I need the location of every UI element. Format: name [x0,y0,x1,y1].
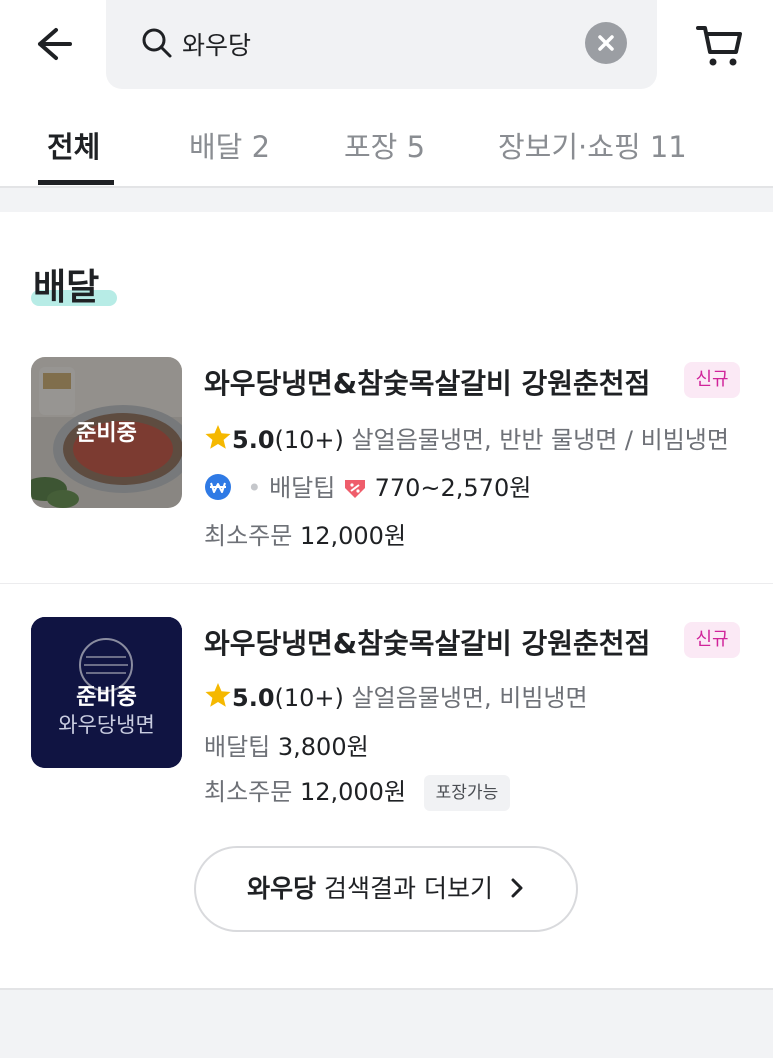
clear-icon[interactable] [585,22,627,64]
store-logo: 준비중 와우당냉면 [31,617,182,768]
rating-score: 5.0 [232,426,275,454]
tab-shopping[interactable]: 장보기·쇼핑 11 [498,124,687,166]
tab-takeout[interactable]: 포장 5 [344,124,425,166]
delivery-tip-line: • 배달팁 770~2,570원 [204,468,531,503]
section-title: 배달 [33,267,100,308]
more-results-label: 검색결과 더보기 [324,874,493,903]
min-order-label: 최소주문 [204,778,293,806]
star-icon [205,683,231,707]
tab-all[interactable]: 전체 [47,124,100,166]
discount-tag-icon [344,480,365,498]
top-bar [0,0,773,100]
min-order-line: 최소주문 12,000원 [204,516,406,551]
menu-summary: 살얼음물냉면, 비빔냉면 [351,684,588,712]
delivery-tip-line: 배달팁 3,800원 [204,727,369,762]
delivery-tip-label: 배달팁 [269,474,336,502]
store-name: 와우당냉면&참숯목살갈비 강원춘천점 [204,367,651,400]
category-tabs: 전체 배달 2 포장 5 장보기·쇼핑 11 [0,100,773,188]
store-name: 와우당냉면&참숯목살갈비 강원춘천점 [204,627,651,660]
delivery-tip-value: 3,800원 [277,733,369,761]
logo-text: 와우당냉면 [58,713,155,737]
won-coin-icon [205,474,231,500]
menu-summary: 살얼음물냉면, 반반 물냉면 / 비빔냉면 [351,426,729,454]
preparing-label: 준비중 [76,421,137,446]
min-order-value: 12,000원 [299,522,407,550]
search-box[interactable] [106,0,657,89]
store-thumbnail: 준비중 [31,357,182,508]
search-input[interactable] [182,22,562,66]
store-card[interactable]: 준비중 와우당냉면 와우당냉면&참숯목살갈비 강원춘천점 신규 5.0(10+)… [0,584,773,834]
back-arrow-icon[interactable] [30,22,74,66]
tab-delivery[interactable]: 배달 2 [189,124,270,166]
delivery-tip-label: 배달팁 [204,733,271,761]
min-order-line: 최소주문 12,000원 포장가능 [204,772,511,811]
store-card[interactable]: 준비중 와우당냉면&참숯목살갈비 강원춘천점 신규 5.0(10+) 살얼음물냉… [0,340,773,584]
more-results-keyword: 와우당 [247,874,317,903]
takeout-available-badge: 포장가능 [423,775,511,811]
more-results-button[interactable]: 와우당 검색결과 더보기 [194,846,578,932]
review-count: (10+) [274,684,344,712]
min-order-value: 12,000원 [299,778,407,806]
min-order-label: 최소주문 [204,522,293,550]
chevron-right-icon [511,878,523,898]
new-badge: 신규 [684,622,740,658]
new-badge: 신규 [684,362,740,398]
delivery-tip-value: 770~2,570원 [374,474,532,502]
rating-score: 5.0 [232,684,275,712]
review-count: (10+) [274,426,344,454]
rating-line: 5.0(10+) 살얼음물냉면, 반반 물냉면 / 비빔냉면 [204,420,744,455]
cart-icon[interactable] [694,20,746,70]
star-icon [205,425,231,449]
search-icon [140,26,174,60]
delivery-results-panel: 배달 준비중 와우당냉면&참숯목살갈비 강원춘천점 신규 5.0(10+) 살얼… [0,212,773,990]
active-tab-indicator [38,180,114,185]
rating-line: 5.0(10+) 살얼음물냉면, 비빔냉면 [204,678,744,713]
preparing-label: 준비중 [76,685,137,710]
